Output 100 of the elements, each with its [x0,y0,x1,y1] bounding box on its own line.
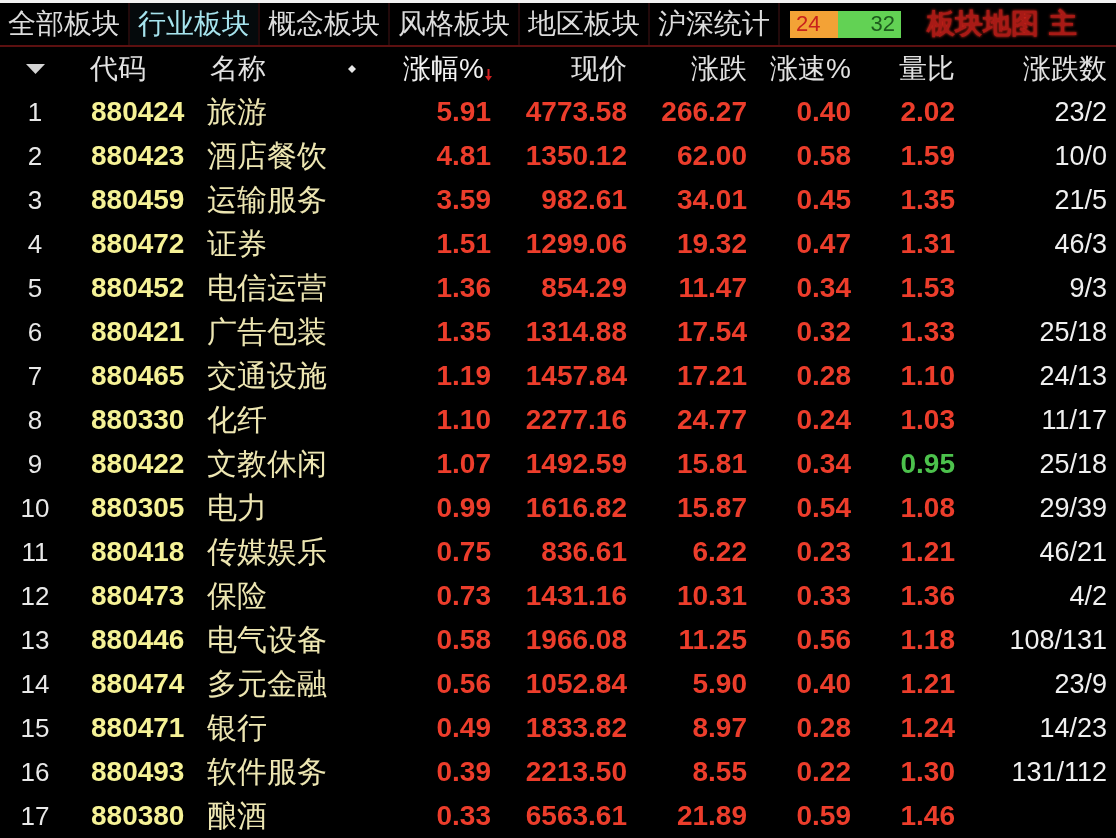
sector-name: 电信运营 [207,273,327,303]
advance-decline-count: 108/131 [1009,626,1107,654]
sector-code: 880305 [91,494,185,522]
price: 2213.50 [525,758,627,786]
speed-percent: 0.34 [796,450,851,478]
sector-name: 酿酒 [207,801,267,831]
price: 1299.06 [525,230,627,258]
tab[interactable]: 行业板块 [130,3,260,45]
speed-percent: 0.28 [796,714,851,742]
sector-name: 文教休闲 [207,449,327,479]
column-header[interactable]: 涨速% [770,54,851,83]
change-percent: 1.19 [436,362,491,390]
advance-decline-count: 131/112 [1011,758,1107,786]
price: 836.61 [541,538,627,566]
sector-code: 880459 [91,186,185,214]
volume-ratio: 0.95 [900,450,955,478]
change-value: 8.97 [692,714,747,742]
sector-name: 交通设施 [207,361,327,391]
volume-ratio: 1.08 [900,494,955,522]
row-number: 15 [20,715,50,741]
sector-name: 证券 [207,229,267,259]
price: 1350.12 [525,142,627,170]
change-percent: 1.36 [436,274,491,302]
change-value: 266.27 [661,98,747,126]
price: 1616.82 [525,494,627,522]
change-percent: 0.75 [436,538,491,566]
price: 2277.16 [525,406,627,434]
price: 6563.61 [525,802,627,830]
decline-count: 32 [870,13,896,35]
speed-percent: 0.59 [796,802,851,830]
row-number: 14 [20,671,50,697]
sector-name: 银行 [207,713,267,743]
arrow-down-icon [485,68,492,81]
sector-name: 电气设备 [207,625,327,655]
sector-code: 880473 [91,582,185,610]
column-header[interactable]: 现价 [571,54,627,83]
advance-decline-count: 10/0 [1054,142,1107,170]
column-header[interactable]: 涨幅% [403,54,492,83]
speed-percent: 0.22 [796,758,851,786]
volume-ratio: 1.53 [900,274,955,302]
advance-decline-count: 11/17 [1041,406,1107,434]
change-value: 10.31 [676,582,747,610]
sector-code: 880380 [91,802,185,830]
diamond-icon [348,64,356,73]
speed-percent: 0.54 [796,494,851,522]
speed-percent: 0.47 [796,230,851,258]
column-header[interactable]: 代码 [90,54,146,83]
sector-code: 880472 [91,230,185,258]
price: 1492.59 [525,450,627,478]
change-value: 19.32 [676,230,747,258]
change-percent: 3.59 [436,186,491,214]
change-value: 6.22 [692,538,747,566]
row-number: 3 [27,187,43,213]
volume-ratio: 1.31 [900,230,955,258]
advance-decline-count: 29/39 [1039,494,1107,522]
sector-code: 880465 [91,362,185,390]
price: 1833.82 [525,714,627,742]
change-percent: 4.81 [436,142,491,170]
change-value: 34.01 [676,186,747,214]
change-percent: 1.07 [436,450,491,478]
price: 1431.16 [525,582,627,610]
volume-ratio: 1.21 [900,670,955,698]
caret-down-icon[interactable] [25,63,45,74]
column-header[interactable]: 名称 [210,54,266,83]
volume-ratio: 1.33 [900,318,955,346]
sector-name: 旅游 [207,97,267,127]
change-value: 5.90 [692,670,747,698]
change-value: 11.25 [678,626,747,654]
volume-ratio: 1.21 [900,538,955,566]
sector-code: 880474 [91,670,185,698]
speed-percent: 0.28 [796,362,851,390]
sector-name: 运输服务 [207,185,327,215]
advance-decline-count: 4/2 [1069,582,1107,610]
speed-percent: 0.40 [796,98,851,126]
advance-decline-count: 9/3 [1069,274,1107,302]
sector-code: 880471 [91,714,185,742]
column-header[interactable]: 涨跌 [691,54,747,83]
change-value: 11.47 [678,274,747,302]
advance-decline-count: 14/23 [1039,714,1107,742]
row-number: 10 [20,495,50,521]
change-percent: 1.35 [436,318,491,346]
change-percent: 1.10 [436,406,491,434]
volume-ratio: 1.18 [900,626,955,654]
volume-ratio: 1.35 [900,186,955,214]
speed-percent: 0.23 [796,538,851,566]
column-header[interactable]: 量比 [899,54,955,83]
price: 1052.84 [525,670,627,698]
volume-ratio: 1.10 [900,362,955,390]
column-header[interactable]: 涨跌数 [1023,54,1107,83]
sector-name: 电力 [207,493,267,523]
row-number: 2 [27,143,43,169]
sector-code: 880418 [91,538,185,566]
speed-percent: 0.32 [796,318,851,346]
price: 982.61 [541,186,627,214]
sector-code: 880423 [91,142,185,170]
price: 4773.58 [525,98,627,126]
change-percent: 0.56 [436,670,491,698]
sector-name: 广告包装 [207,317,327,347]
change-value: 21.89 [676,802,747,830]
change-percent: 1.51 [436,230,491,258]
